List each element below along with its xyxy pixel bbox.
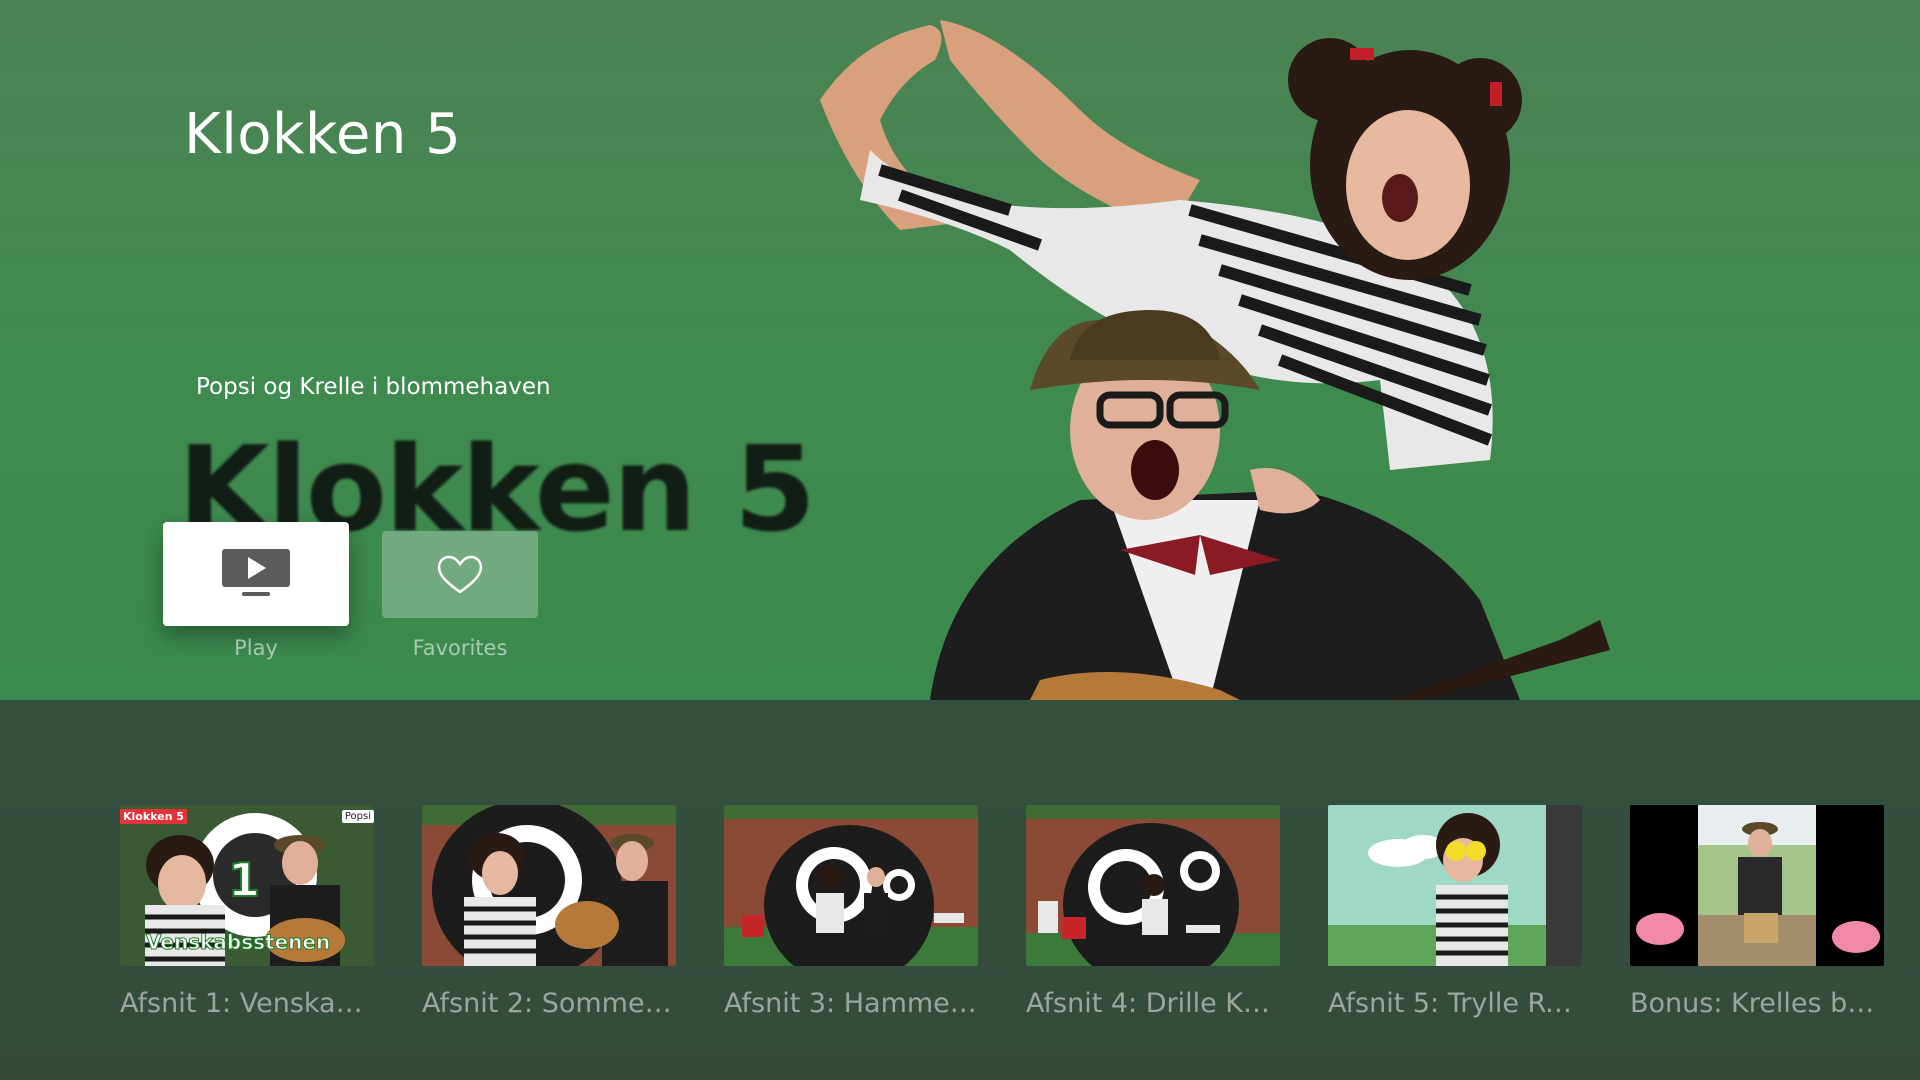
tv-play-icon (222, 549, 290, 596)
episode-title: Afsnit 5: Trylle Ryll... (1328, 988, 1582, 1019)
episode-card-1[interactable]: Klokken 5 Popsi 1 Venskabsstenen Afsnit … (120, 805, 374, 1019)
favorites-button[interactable] (382, 531, 538, 618)
episode-subtitle: Popsi og Krelle i blommehaven (196, 374, 551, 400)
episode-card-4[interactable]: Afsnit 4: Drille Krelle (1026, 805, 1280, 1019)
heart-icon (437, 555, 483, 594)
thumb-episode-number: 1 (227, 852, 261, 908)
episode-title: Afsnit 1: Venskabs... (120, 988, 374, 1019)
episode-card-bonus[interactable]: Bonus: Krelles bon... (1630, 805, 1884, 1019)
episode-thumbnail (724, 805, 978, 966)
show-title: Klokken 5 (184, 102, 462, 167)
episode-card-3[interactable]: Afsnit 3: Hammeren (724, 805, 978, 1019)
hero-banner: Klokken 5 Popsi og Krelle i blommehaven … (0, 0, 1920, 700)
episode-thumbnail (1328, 805, 1582, 966)
episode-thumbnail: Klokken 5 Popsi 1 Venskabsstenen (120, 805, 374, 966)
episode-thumbnail (1630, 805, 1884, 966)
thumb-caption: Venskabsstenen (145, 930, 331, 955)
episode-title: Afsnit 4: Drille Krelle (1026, 988, 1280, 1019)
episode-thumbnail (1026, 805, 1280, 966)
episode-card-2[interactable]: Afsnit 2: Sommerf... (422, 805, 676, 1019)
channel-badge: Popsi (341, 810, 374, 823)
episode-card-5[interactable]: Afsnit 5: Trylle Ryll... (1328, 805, 1582, 1019)
episode-title: Bonus: Krelles bon... (1630, 988, 1884, 1019)
episode-title: Afsnit 2: Sommerf... (422, 988, 676, 1019)
episodes-shelf: Klokken 5 Popsi 1 Venskabsstenen Afsnit … (0, 700, 1920, 1080)
favorites-label: Favorites (412, 636, 508, 660)
episode-thumbnail (422, 805, 676, 966)
play-label: Play (234, 636, 278, 660)
play-button[interactable] (163, 522, 349, 626)
brand-badge: Klokken 5 (120, 809, 187, 824)
episode-title: Afsnit 3: Hammeren (724, 988, 978, 1019)
